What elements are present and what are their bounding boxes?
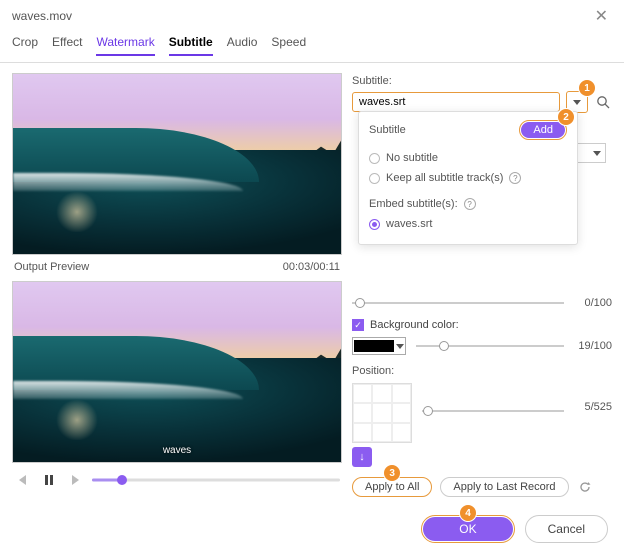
subtitle-caption: waves (163, 445, 191, 456)
radio-selected-icon (369, 219, 380, 230)
prev-icon[interactable] (14, 471, 32, 489)
window-title: waves.mov (12, 9, 72, 23)
chevron-down-icon (593, 151, 601, 156)
cancel-button[interactable]: Cancel (525, 515, 608, 543)
subtitle-label: Subtitle: (352, 75, 612, 87)
position-label: Position: (352, 365, 612, 377)
callout-4: 4 (460, 505, 476, 521)
apply-to-last-button[interactable]: Apply to Last Record (440, 477, 568, 497)
arrow-down-icon: ↓ (359, 451, 365, 463)
option-embed-file[interactable]: waves.srt (369, 214, 567, 234)
search-icon[interactable] (594, 93, 612, 111)
callout-2: 2 (558, 109, 574, 125)
tab-watermark[interactable]: Watermark (96, 32, 154, 56)
settings-panel: Subtitle: 1 Subtitle Add 2 N (352, 73, 612, 497)
pause-icon[interactable] (40, 471, 58, 489)
opacity-slider[interactable] (352, 297, 564, 309)
tab-subtitle[interactable]: Subtitle (169, 32, 213, 56)
bg-opacity-slider[interactable] (416, 340, 564, 352)
radio-icon (369, 173, 380, 184)
popup-heading: Subtitle (369, 124, 406, 136)
subtitle-input[interactable] (352, 92, 560, 112)
preview-time: 00:03/00:11 (283, 261, 340, 273)
bg-opacity-value: 19/100 (574, 340, 612, 352)
embed-row: Embed subtitle(s): ? (369, 194, 567, 214)
keep-all-label: Keep all subtitle track(s) (386, 172, 503, 184)
embed-file-label: waves.srt (386, 218, 432, 230)
opacity-value: 0/100 (574, 297, 612, 309)
callout-1: 1 (579, 80, 595, 96)
option-keep-all[interactable]: Keep all subtitle track(s) ? (369, 168, 567, 188)
no-subtitle-label: No subtitle (386, 152, 438, 164)
embed-label: Embed subtitle(s): (369, 198, 458, 210)
preview-meta: Output Preview 00:03/00:11 (12, 259, 342, 277)
add-button[interactable]: Add (521, 122, 565, 138)
tab-speed[interactable]: Speed (271, 32, 306, 56)
bg-checkbox[interactable]: ✓ (352, 319, 364, 331)
tab-audio[interactable]: Audio (227, 32, 258, 56)
tab-crop[interactable]: Crop (12, 32, 38, 56)
titlebar: waves.mov ✕ (0, 0, 624, 32)
preview-original (12, 73, 342, 255)
option-no-subtitle[interactable]: No subtitle (369, 148, 567, 168)
output-preview-label: Output Preview (14, 261, 89, 273)
chevron-down-icon (573, 100, 581, 105)
preview-column: Output Preview 00:03/00:11 waves (12, 73, 342, 497)
position-slider[interactable] (422, 405, 564, 417)
position-picker: ↓ (352, 383, 412, 467)
radio-icon (369, 153, 380, 164)
position-grid[interactable] (352, 383, 412, 443)
bg-label: Background color: (370, 319, 459, 331)
playback-controls (12, 467, 342, 489)
preview-output: waves (12, 281, 342, 463)
tab-effect[interactable]: Effect (52, 32, 82, 56)
footer: OK 4 Cancel (0, 505, 624, 557)
close-icon[interactable]: ✕ (591, 6, 612, 26)
info-icon[interactable]: ? (509, 172, 521, 184)
subtitle-popup: Subtitle Add 2 No subtitle Keep all subt… (358, 111, 578, 245)
position-down-button[interactable]: ↓ (352, 447, 372, 467)
callout-3: 3 (384, 465, 400, 481)
seek-slider[interactable] (92, 473, 340, 487)
next-icon[interactable] (66, 471, 84, 489)
color-swatch (354, 340, 394, 352)
info-icon[interactable]: ? (464, 198, 476, 210)
chevron-down-icon (396, 344, 404, 349)
tabs: Crop Effect Watermark Subtitle Audio Spe… (0, 32, 624, 63)
position-value: 5/525 (574, 401, 612, 413)
bg-color-select[interactable] (352, 337, 406, 355)
reset-icon[interactable] (577, 479, 593, 495)
